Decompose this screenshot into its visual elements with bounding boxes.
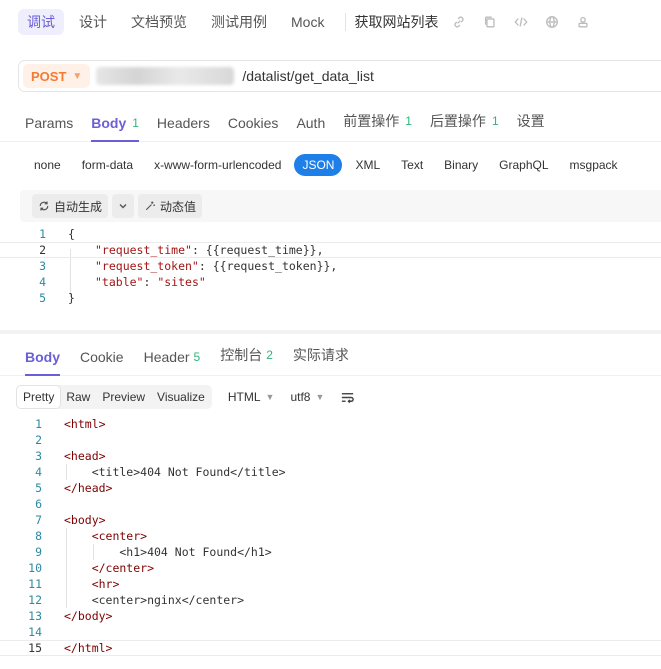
tab-actual-request[interactable]: 实际请求 [293,345,349,375]
dynamic-value-button[interactable]: 动态值 [138,194,203,218]
code-line: 2 [35,433,42,447]
code-line: 4 <title>404 Not Found</title> [35,465,286,479]
body-type-none[interactable]: none [34,154,61,176]
body-type-msgpack[interactable]: msgpack [570,154,618,176]
tab-console[interactable]: 控制台 2 [220,345,273,375]
chevron-down-icon: ▼ [72,70,83,82]
tab-auth[interactable]: Auth [296,115,325,141]
code-line: 1 { [39,227,75,241]
encoding-value: utf8 [290,390,311,404]
tab-design[interactable]: 设计 [70,9,116,35]
count-badge: 1 [405,114,412,128]
url-path-input[interactable]: /datalist/get_data_list [242,68,374,84]
tab-post-processors[interactable]: 后置操作 1 [430,111,499,141]
count-badge: 1 [491,114,499,128]
chevron-down-icon: ▼ [315,392,325,402]
count-badge: 1 [132,116,139,130]
response-tab-bar: Body Cookie Header 5 控制台 2 实际请求 [0,340,661,376]
top-tab-bar: 调试 设计 文档预览 测试用例 Mock 获取网站列表 [0,0,661,44]
code-line: 14 [28,625,42,639]
code-line: 3 <head> [35,449,106,463]
tab-doc-preview[interactable]: 文档预览 [122,9,196,35]
body-type-form-data[interactable]: form-data [82,154,133,176]
body-type-json[interactable]: JSON [294,154,343,176]
tab-debug[interactable]: 调试 [18,9,64,35]
count-badge: 5 [193,350,201,364]
code-line: 5 } [39,291,75,305]
endpoint-name[interactable]: 获取网站列表 [354,12,438,32]
chevron-down-icon [119,204,127,209]
code-line: 13 </body> [28,609,113,623]
view-visualize[interactable]: Visualize [151,386,211,408]
code-line: 6 [35,497,42,511]
tab-headers[interactable]: Headers [157,115,210,141]
code-line: 12 <center>nginx</center> [28,593,245,607]
url-bar[interactable]: POST ▼ /datalist/get_data_list [18,60,661,92]
code-line: 7 <body> [35,513,106,527]
method-label: POST [31,68,67,84]
code-line: 9 <h1>404 Not Found</h1> [35,545,272,559]
view-preview[interactable]: Preview [96,386,151,408]
format-select[interactable]: HTML ▼ [228,390,275,404]
panel-resize-handle[interactable] [0,330,661,334]
word-wrap-icon[interactable] [340,389,356,405]
dynamic-value-label: 动态值 [160,199,197,214]
refresh-icon [39,201,49,211]
auto-generate-button[interactable]: 自动生成 [32,194,109,218]
response-view-toolbar: Pretty Raw Preview Visualize HTML ▼ utf8… [16,384,661,410]
tab-response-body[interactable]: Body [25,349,60,376]
user-icon[interactable] [574,13,592,31]
auto-generate-label: 自动生成 [54,199,103,214]
tab-response-header[interactable]: Header 5 [144,349,201,375]
tab-pre-processors[interactable]: 前置操作 1 [343,111,412,141]
code-line-current: 15 </html> [0,640,661,656]
response-body-viewer[interactable]: 1 <html> 2 3 <head> 4 <title>404 Not Found… [0,416,661,669]
view-pretty[interactable]: Pretty [17,386,61,408]
body-type-graphql[interactable]: GraphQL [499,154,548,176]
tab-test-cases[interactable]: 测试用例 [202,9,276,35]
code-line: 4 "table": "sites" [39,275,206,289]
body-type-xml[interactable]: XML [355,154,380,176]
code-line: 11 <hr> [28,577,120,591]
globe-icon[interactable] [543,13,561,31]
view-raw[interactable]: Raw [60,386,96,408]
code-line: 3 "request_token": {{request_token}}, [39,259,338,273]
format-value: HTML [227,390,261,404]
count-badge: 2 [266,348,273,362]
request-tab-bar: Params Body 1 Headers Cookies Auth 前置操作 1 … [0,106,661,142]
body-type-selector: none form-data x-www-form-urlencoded JSO… [0,152,661,178]
code-line: 5 </head> [35,481,113,495]
request-body-editor[interactable]: 1 { 2 "request_time": {{request_time}}, … [0,226,661,326]
tab-response-cookie[interactable]: Cookie [80,349,124,375]
magic-wand-icon [145,201,155,211]
chevron-down-icon: ▼ [265,392,275,402]
editor-toolbar: 自动生成 动态值 [20,190,661,222]
auto-generate-dropdown[interactable] [112,194,135,218]
tab-body[interactable]: Body 1 [91,115,139,142]
blurred-host [96,67,235,85]
tab-mock[interactable]: Mock [282,9,333,35]
method-select[interactable]: POST ▼ [23,64,91,88]
body-type-text[interactable]: Text [401,154,423,176]
code-line: 1 <html> [35,417,106,431]
tab-cookies[interactable]: Cookies [228,115,279,141]
divider [345,13,347,31]
body-type-urlencoded[interactable]: x-www-form-urlencoded [154,154,281,176]
tab-params[interactable]: Params [25,115,73,141]
copy-icon[interactable] [481,13,499,31]
code-line-current: 2 "request_time": {{request_time}}, [0,242,661,258]
code-line: 8 <center> [35,529,148,543]
body-type-binary[interactable]: Binary [444,154,478,176]
view-mode-group: Pretty Raw Preview Visualize [16,385,212,409]
encoding-select[interactable]: utf8 ▼ [290,390,324,404]
code-line: 10 </center> [28,561,155,575]
tab-settings[interactable]: 设置 [517,111,545,141]
code-icon[interactable] [512,13,530,31]
link-icon[interactable] [450,13,468,31]
